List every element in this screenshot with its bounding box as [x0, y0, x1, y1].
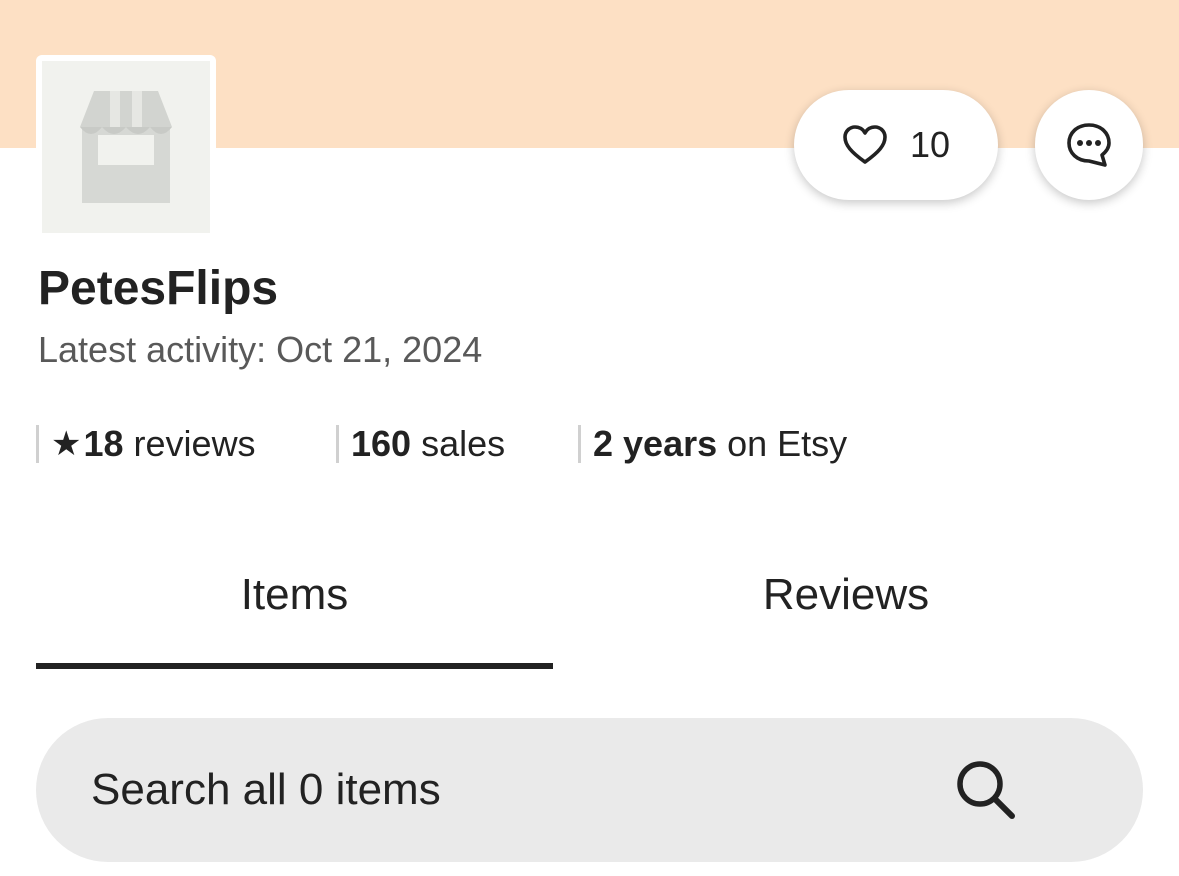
latest-activity: Latest activity: Oct 21, 2024 [38, 329, 483, 370]
shop-name: PetesFlips [38, 262, 279, 315]
search-button[interactable] [946, 750, 1026, 830]
reviews-stat[interactable]: ★ 18 reviews [36, 420, 256, 468]
shop-avatar [36, 55, 216, 239]
reviews-count: 18 [83, 423, 124, 464]
reviews-label: reviews [123, 423, 256, 464]
search-input[interactable] [91, 718, 891, 862]
message-shop-button[interactable] [1035, 90, 1143, 200]
tenure-stat: 2 years on Etsy [578, 420, 847, 468]
tab-items[interactable]: Items [36, 560, 553, 670]
active-tab-indicator [36, 663, 553, 669]
tenure-label: on Etsy [717, 423, 848, 464]
tab-reviews[interactable]: Reviews [576, 560, 1116, 670]
tab-items-label: Items [240, 570, 349, 619]
sales-count: 160 [351, 423, 412, 464]
favorite-shop-button[interactable]: 10 [794, 90, 998, 200]
stat-divider [578, 425, 581, 463]
shop-tabs: Items Reviews [36, 560, 1143, 670]
stat-divider [336, 425, 339, 463]
stat-divider [36, 425, 39, 463]
sales-stat: 160 sales [336, 420, 505, 468]
shop-search-bar [36, 718, 1143, 862]
sales-label: sales [411, 423, 506, 464]
storefront-icon [80, 91, 172, 203]
favorite-count: 10 [909, 124, 951, 165]
chat-bubble-icon [1067, 123, 1111, 167]
tenure-value: 2 years [593, 423, 718, 464]
tab-reviews-label: Reviews [762, 570, 930, 619]
storefront-placeholder [42, 61, 210, 233]
star-icon: ★ [51, 425, 82, 463]
heart-icon [843, 125, 887, 164]
search-icon [957, 761, 1015, 819]
